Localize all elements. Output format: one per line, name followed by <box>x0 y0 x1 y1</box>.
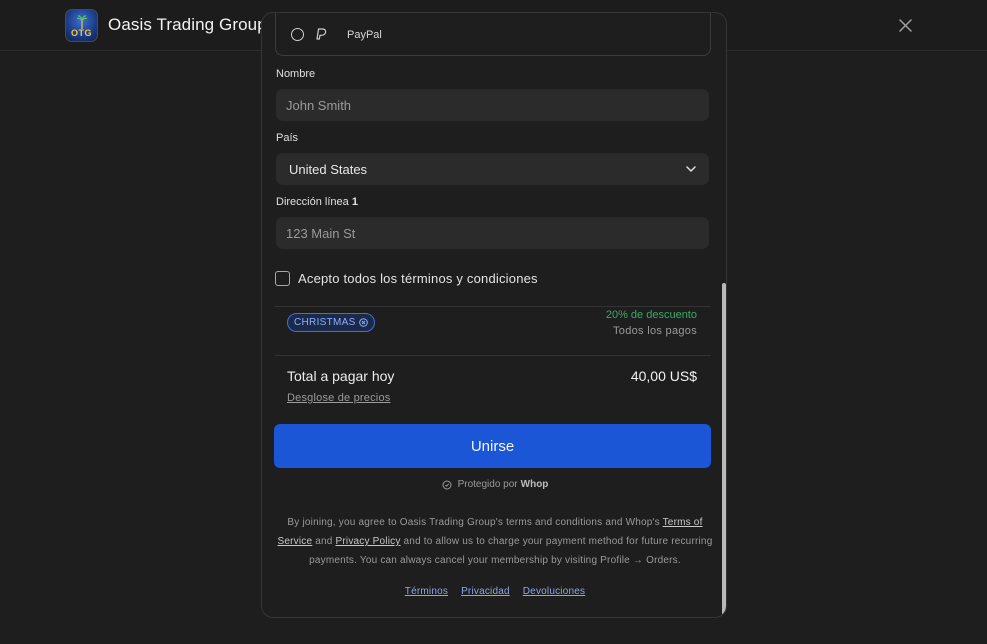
name-label: Nombre <box>276 68 316 80</box>
address-label-text: Dirección línea <box>276 196 349 208</box>
terms-label: Acepto todos los términos y condiciones <box>298 270 538 286</box>
remove-coupon-icon[interactable] <box>358 318 368 327</box>
footer-terms-link[interactable]: Términos <box>405 586 448 597</box>
address-label-num: 1 <box>351 196 358 208</box>
divider <box>275 355 711 356</box>
privacy-policy-link[interactable]: Privacy Policy <box>336 536 401 547</box>
footer-links: Términos Privacidad Devoluciones <box>262 586 726 597</box>
logo-text: OTG <box>71 28 92 38</box>
terms-row[interactable]: Acepto todos los términos y condiciones <box>275 270 538 286</box>
discount-scope: Todos los pagos <box>613 325 697 337</box>
footer-refunds-link[interactable]: Devoluciones <box>523 586 585 597</box>
chevron-down-icon <box>686 166 696 172</box>
whop-brand: Whop <box>520 479 549 490</box>
legal-part-1: By joining, you agree to Oasis Trading G… <box>287 517 663 528</box>
brand-logo: OTG <box>65 9 98 42</box>
close-button[interactable] <box>894 14 916 36</box>
country-select[interactable]: United States <box>276 153 709 185</box>
name-input[interactable] <box>276 89 709 121</box>
shield-icon <box>442 480 452 489</box>
paypal-option[interactable]: PayPal <box>275 13 711 56</box>
address-input[interactable] <box>276 217 709 249</box>
footer-privacy-link[interactable]: Privacidad <box>461 586 510 597</box>
total-label: Total a pagar hoy <box>287 368 395 384</box>
join-button[interactable]: Unirse <box>274 424 711 468</box>
total-value: 40,00 US$ <box>630 368 697 384</box>
paypal-radio[interactable] <box>291 28 304 41</box>
brand-name: Oasis Trading Group <box>108 15 267 34</box>
scrollbar-thumb[interactable] <box>722 283 726 615</box>
legal-text: By joining, you agree to Oasis Trading G… <box>276 513 714 570</box>
palm-tree-icon <box>77 15 87 29</box>
paypal-icon <box>316 28 327 40</box>
price-breakdown-link[interactable]: Desglose de precios <box>287 392 390 404</box>
protected-text: Protegido por <box>457 479 518 490</box>
country-label: País <box>276 132 299 144</box>
legal-part-2: and <box>312 536 336 547</box>
discount-text: 20% de descuento <box>605 309 697 321</box>
checkout-modal: PayPal Nombre País United States Direcci… <box>261 12 727 618</box>
close-icon <box>898 18 912 32</box>
terms-checkbox[interactable] <box>275 270 290 286</box>
address-label: Dirección línea 1 <box>276 196 358 208</box>
protected-by: Protegido por Whop <box>262 479 726 490</box>
coupon-badge[interactable]: CHRISTMAS <box>287 313 375 332</box>
divider <box>275 306 711 307</box>
coupon-code: CHRISTMAS <box>294 317 356 328</box>
paypal-label: PayPal <box>347 29 382 41</box>
country-value: United States <box>289 161 368 177</box>
